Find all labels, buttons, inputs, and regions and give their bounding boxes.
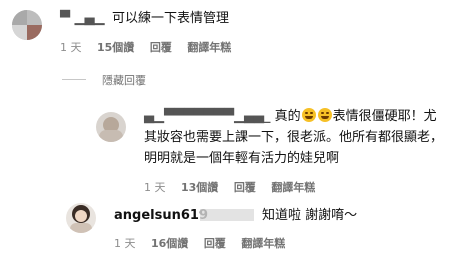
comment-content: ▄▁▀▀▀▀▀▀▀▁▄▄_ 真的 表情很僵硬耶！尤其妝容也需要上課一下，很老派。他… — [144, 106, 449, 169]
comment-time[interactable]: 1 天 — [144, 181, 166, 194]
reply-button[interactable]: 回覆 — [234, 181, 256, 194]
translate-button[interactable]: 翻譯年糕 — [271, 181, 315, 194]
divider — [62, 79, 86, 80]
comment-time[interactable]: 1 天 — [114, 237, 136, 250]
comment-username[interactable]: ▀ ▁▄▁ — [60, 11, 105, 26]
reply-button[interactable]: 回覆 — [204, 237, 226, 250]
comment-username[interactable]: angelsun619 — [114, 208, 208, 223]
reply-button[interactable]: 回覆 — [150, 41, 172, 54]
like-count[interactable]: 16個讚 — [151, 237, 188, 250]
blurred-username — [200, 209, 254, 221]
comment-username[interactable]: ▄▁▀▀▀▀▀▀▀▁▄▄_ — [144, 109, 270, 124]
comment-text: 知道啦 謝謝唷～ — [262, 208, 358, 223]
translate-button[interactable]: 翻譯年糕 — [187, 41, 231, 54]
hide-replies-button[interactable]: 隱藏回覆 — [102, 72, 146, 88]
translate-button[interactable]: 翻譯年糕 — [241, 237, 285, 250]
comment-meta: 1 天 13個讚 回覆 翻譯年糕 — [144, 179, 327, 195]
avatar[interactable] — [12, 10, 42, 40]
comment-time[interactable]: 1 天 — [60, 41, 82, 54]
avatar[interactable] — [96, 112, 126, 142]
avatar[interactable] — [66, 203, 96, 233]
comment-text: 可以練一下表情管理 — [112, 11, 230, 26]
grinning-sweat-emoji — [317, 108, 332, 122]
like-count[interactable]: 15個讚 — [97, 41, 134, 54]
comment-text: 真的 — [274, 109, 301, 124]
comment-meta: 1 天 16個讚 回覆 翻譯年糕 — [114, 235, 297, 251]
grinning-sweat-emoji — [301, 108, 316, 122]
comment-meta: 1 天 15個讚 回覆 翻譯年糕 — [60, 39, 243, 55]
like-count[interactable]: 13個讚 — [181, 181, 218, 194]
